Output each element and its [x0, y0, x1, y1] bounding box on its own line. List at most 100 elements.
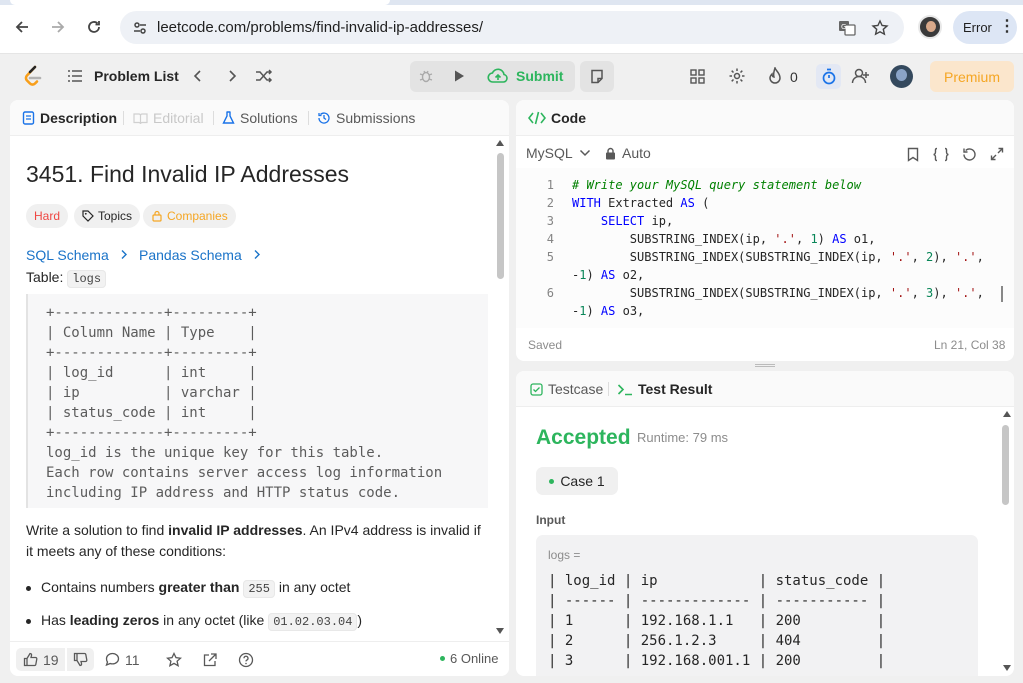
bullet1-post: in any octet: [274, 579, 351, 595]
like-count: 19: [43, 651, 59, 668]
format-braces-icon[interactable]: [930, 143, 952, 165]
user-avatar[interactable]: [890, 65, 913, 88]
history-icon: [318, 112, 330, 124]
tab-testcase[interactable]: Testcase: [530, 381, 603, 397]
line-number: 1: [546, 178, 554, 192]
svg-text:G: G: [841, 23, 846, 31]
result-scroll-thumb[interactable]: [1002, 425, 1009, 505]
tab-solutions[interactable]: Solutions: [222, 110, 298, 126]
autocomplete-toggle[interactable]: Auto: [605, 145, 651, 161]
scroll-up-icon[interactable]: [1003, 411, 1011, 417]
test-result-label: Test Result: [638, 381, 713, 397]
share-icon[interactable]: [202, 648, 218, 671]
bookmark-star-icon[interactable]: [869, 17, 891, 39]
topics-label: Topics: [98, 209, 133, 223]
language-label: MySQL: [526, 145, 573, 161]
flask-icon: [222, 111, 235, 124]
run-icon[interactable]: [447, 64, 471, 88]
timer-icon[interactable]: [816, 64, 841, 89]
line-text: # Write your MySQL query statement below: [572, 178, 861, 192]
case-label: Case 1: [560, 473, 605, 489]
tab-submissions[interactable]: Submissions: [317, 110, 415, 126]
document-icon: [22, 111, 35, 125]
dislike-button[interactable]: [67, 648, 94, 671]
translate-icon[interactable]: G: [836, 17, 858, 39]
line-number: 4: [546, 232, 554, 246]
cursor-position: Ln 21, Col 38: [934, 338, 1006, 352]
difficulty-label: Hard: [34, 209, 61, 223]
address-bar[interactable]: leetcode.com/problems/find-invalid-ip-ad…: [120, 11, 904, 44]
problem-title: 3451. Find Invalid IP Addresses: [26, 161, 350, 187]
description-footer: 19 11 6 Online: [10, 641, 509, 676]
scroll-down-icon[interactable]: [1003, 665, 1011, 671]
help-icon[interactable]: [238, 648, 254, 671]
reload-icon[interactable]: [81, 14, 107, 40]
shuffle-icon[interactable]: [252, 64, 276, 88]
sql-schema-link[interactable]: SQL Schema: [26, 247, 129, 263]
forward-icon[interactable]: [45, 14, 71, 40]
comments-button[interactable]: 11: [105, 648, 140, 671]
browser-error-button[interactable]: Error ⋮: [953, 11, 1017, 44]
error-label: Error: [963, 20, 992, 35]
pandas-schema-label: Pandas Schema: [139, 247, 242, 263]
code-editor[interactable]: 1 # Write your MySQL query statement belo…: [516, 168, 1014, 328]
logs-label: logs =: [548, 548, 581, 562]
layout-grid-icon[interactable]: [685, 64, 709, 88]
panel-resize-handle[interactable]: [755, 364, 775, 367]
code-tab[interactable]: Code: [528, 110, 586, 126]
fullscreen-icon[interactable]: [986, 143, 1008, 165]
description-scroll-thumb[interactable]: [497, 153, 504, 279]
tab-editorial[interactable]: Editorial: [133, 110, 204, 126]
bookmark-icon[interactable]: [902, 143, 924, 165]
tab-description[interactable]: Description: [22, 110, 117, 126]
settings-gear-icon[interactable]: [725, 64, 749, 88]
problem-list-icon[interactable]: [66, 67, 84, 88]
browser-active-tab[interactable]: [10, 0, 390, 5]
line-text: SUBSTRING_INDEX(SUBSTRING_INDEX(ip, '.',…: [572, 286, 984, 300]
browser-profile-avatar[interactable]: [918, 15, 942, 39]
companies-chip[interactable]: Companies: [143, 204, 236, 228]
input-label: Input: [536, 513, 566, 527]
code-brackets-icon: [528, 111, 546, 125]
tab-description-label: Description: [40, 110, 118, 126]
language-select[interactable]: MySQL: [526, 145, 591, 161]
code-line: 3 SELECT ip,: [516, 212, 1014, 230]
online-count: 6 Online: [450, 651, 499, 666]
chevron-right-icon: [254, 250, 260, 259]
code-scroll-indicator[interactable]: [1001, 286, 1003, 302]
code-panel: Code MySQL Auto 1 # Write your MySQL quer…: [516, 100, 1014, 361]
reset-code-icon[interactable]: [958, 143, 980, 165]
leetcode-logo-icon[interactable]: [21, 64, 43, 91]
prev-problem-icon[interactable]: [186, 64, 210, 88]
description-tabs: Description Editorial Solutions Submissi…: [10, 100, 509, 136]
site-settings-icon[interactable]: [132, 20, 148, 39]
tag-icon: [82, 210, 94, 222]
scroll-down-icon[interactable]: [496, 628, 504, 634]
result-panel-header: Testcase Test Result: [516, 371, 1014, 407]
like-button[interactable]: 19: [16, 648, 65, 671]
code-line: 4 SUBSTRING_INDEX(ip, '.', 1) AS o1,: [516, 230, 1014, 248]
pandas-schema-link[interactable]: Pandas Schema: [139, 247, 262, 263]
code-line: 6 SUBSTRING_INDEX(SUBSTRING_INDEX(ip, '.…: [516, 284, 1014, 302]
case-1-button[interactable]: Case 1: [536, 467, 618, 495]
topics-chip[interactable]: Topics: [74, 204, 141, 228]
tab-test-result[interactable]: Test Result: [617, 381, 712, 397]
streak-count: 0: [790, 69, 798, 85]
bullet2-bold: leading zeros: [69, 612, 160, 628]
bullet1-text: Contains numbers: [41, 579, 159, 595]
submit-button[interactable]: Submit: [478, 61, 573, 92]
add-friend-icon[interactable]: [849, 64, 873, 88]
streak-fire-icon[interactable]: [763, 64, 787, 88]
online-indicator: 6 Online: [440, 651, 498, 666]
premium-button[interactable]: Premium: [930, 61, 1014, 92]
code-line: -1) AS o2,: [516, 266, 1014, 284]
debug-icon[interactable]: [414, 64, 438, 88]
bullet1-bold: greater than: [158, 579, 240, 595]
condition-bullet-1: Contains numbers greater than 255 in any…: [26, 579, 351, 598]
notes-button[interactable]: [580, 61, 614, 92]
back-icon[interactable]: [9, 14, 35, 40]
favorite-star-icon[interactable]: [166, 648, 182, 671]
scroll-up-icon[interactable]: [496, 140, 504, 146]
problem-list-link[interactable]: Problem List: [94, 68, 179, 84]
next-problem-icon[interactable]: [220, 64, 244, 88]
